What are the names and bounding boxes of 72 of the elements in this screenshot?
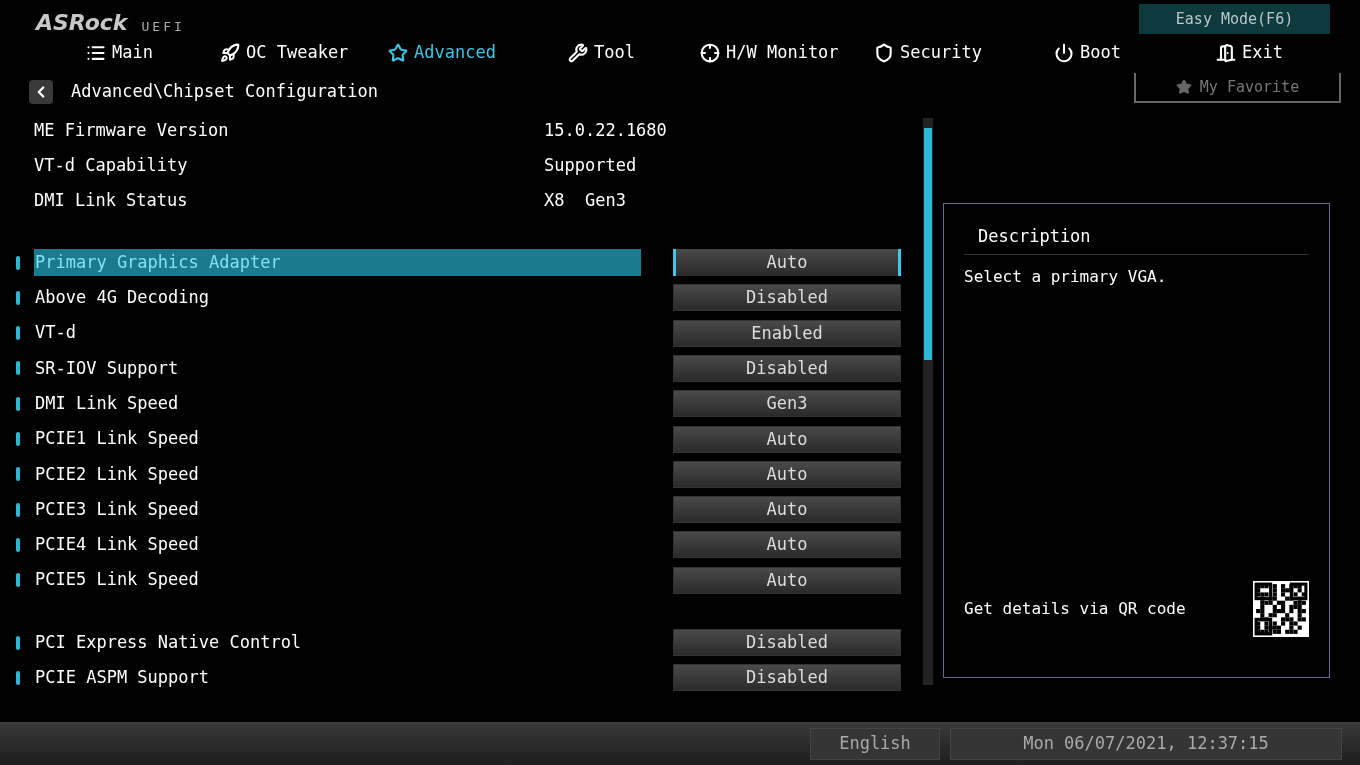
nav-tab[interactable]: H/W Monitor <box>700 40 839 66</box>
value-button[interactable]: Auto <box>673 460 901 488</box>
description-title: Description <box>964 224 1309 255</box>
info-label: DMI Link Status <box>33 189 189 213</box>
qr-hint: Get details via QR code <box>964 598 1186 620</box>
value-button[interactable]: Disabled <box>673 664 901 692</box>
info-value: Supported <box>544 154 637 178</box>
datetime-display: Mon 06/07/2021, 12:37:15 <box>950 727 1342 760</box>
setting-label[interactable]: PCIE3 Link Speed <box>34 496 641 524</box>
row-marker-icon <box>16 670 20 685</box>
nav-tab[interactable]: Security <box>874 40 982 66</box>
row-marker-icon <box>16 537 20 552</box>
qr-code-icon <box>1253 581 1309 637</box>
nav-tab[interactable]: Exit <box>1216 40 1283 66</box>
setting-label[interactable]: Above 4G Decoding <box>34 284 641 312</box>
row-marker-icon <box>16 467 20 482</box>
wrench-icon <box>568 43 588 63</box>
info-label: ME Firmware Version <box>33 118 230 142</box>
value-button[interactable]: Auto <box>673 531 901 559</box>
rocket-icon <box>220 43 240 63</box>
value-button[interactable]: Gen3 <box>673 390 901 418</box>
nav-tab[interactable]: Advanced <box>388 40 496 66</box>
scrollbar-track[interactable] <box>923 118 933 685</box>
brand-logo: ASRock <box>36 9 128 37</box>
setting-label[interactable]: PCI Express Native Control <box>34 629 641 656</box>
nav-tab[interactable]: Main <box>86 40 153 66</box>
value-button[interactable]: Disabled <box>673 284 901 312</box>
back-button[interactable] <box>29 80 53 104</box>
star-icon <box>1175 79 1192 95</box>
breadcrumb: Advanced\Chipset Configuration <box>71 80 379 104</box>
value-button[interactable]: Auto <box>673 249 901 277</box>
nav-tab[interactable]: Boot <box>1054 40 1121 66</box>
description-text: Select a primary VGA. <box>964 265 1168 288</box>
nav-tab[interactable]: Tool <box>568 40 635 66</box>
value-button[interactable]: Disabled <box>673 354 901 382</box>
star-icon <box>388 43 408 63</box>
value-button[interactable]: Disabled <box>673 629 901 656</box>
row-marker-icon <box>16 396 20 411</box>
setting-label[interactable]: PCIE5 Link Speed <box>34 566 641 594</box>
setting-label[interactable]: PCIE4 Link Speed <box>34 531 641 559</box>
row-marker-icon <box>16 361 20 376</box>
brand-suffix: UEFI <box>141 17 185 36</box>
row-marker-icon <box>16 635 20 650</box>
scrollbar-thumb[interactable] <box>924 128 932 360</box>
setting-label[interactable]: PCIE1 Link Speed <box>34 425 641 453</box>
info-value: 15.0.22.1680 <box>544 118 667 142</box>
row-marker-icon <box>16 502 20 517</box>
value-button[interactable]: Auto <box>673 496 901 524</box>
row-marker-icon <box>16 326 20 341</box>
setting-label[interactable]: PCIE2 Link Speed <box>34 460 641 488</box>
setting-label[interactable]: SR-IOV Support <box>34 354 641 382</box>
value-button[interactable]: Auto <box>673 566 901 594</box>
info-label: VT-d Capability <box>33 154 189 178</box>
value-button[interactable]: Enabled <box>673 319 901 347</box>
my-favorite-button[interactable]: My Favorite <box>1134 73 1341 103</box>
row-marker-icon <box>16 432 20 446</box>
crosshair-icon <box>700 43 720 63</box>
info-value: X8 Gen3 <box>544 189 626 213</box>
nav-tab[interactable]: OC Tweaker <box>220 40 349 66</box>
list-icon <box>86 43 106 63</box>
shield-icon <box>874 43 894 63</box>
easy-mode-button[interactable]: Easy Mode(F6) <box>1139 4 1330 34</box>
setting-label[interactable]: PCIE ASPM Support <box>34 664 641 692</box>
row-marker-icon <box>16 573 20 588</box>
door-icon <box>1216 43 1236 63</box>
language-button[interactable]: English <box>810 727 940 760</box>
setting-label[interactable]: VT-d <box>34 319 641 347</box>
value-button[interactable]: Auto <box>673 425 901 453</box>
row-marker-icon <box>16 290 20 305</box>
setting-label[interactable]: DMI Link Speed <box>34 390 641 418</box>
power-icon <box>1054 43 1074 63</box>
row-marker-icon <box>16 255 20 270</box>
